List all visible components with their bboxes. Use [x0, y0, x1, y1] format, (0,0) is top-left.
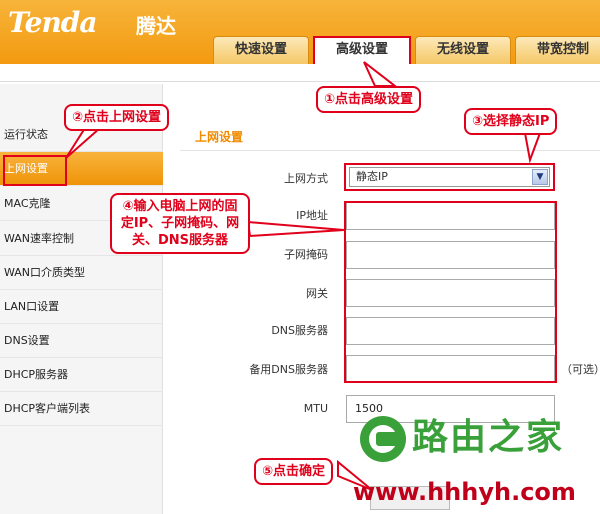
watermark-mark-icon — [360, 416, 406, 462]
callout-step-4: ④输入电脑上网的固定IP、子网掩码、网关、DNS服务器 — [110, 193, 250, 254]
callout-step-5: ⑤点击确定 — [254, 458, 334, 485]
callout-step-2: ②点击上网设置 — [64, 104, 170, 131]
callout-step-1: ①点击高级设置 — [316, 86, 422, 113]
watermark-logo-text: 路由之家 — [412, 417, 565, 458]
watermark-logo: 路由之家 — [360, 414, 600, 464]
callout-step-3: ③选择静态IP — [464, 108, 558, 135]
watermark-url: www.hhhyh.com — [353, 478, 576, 506]
